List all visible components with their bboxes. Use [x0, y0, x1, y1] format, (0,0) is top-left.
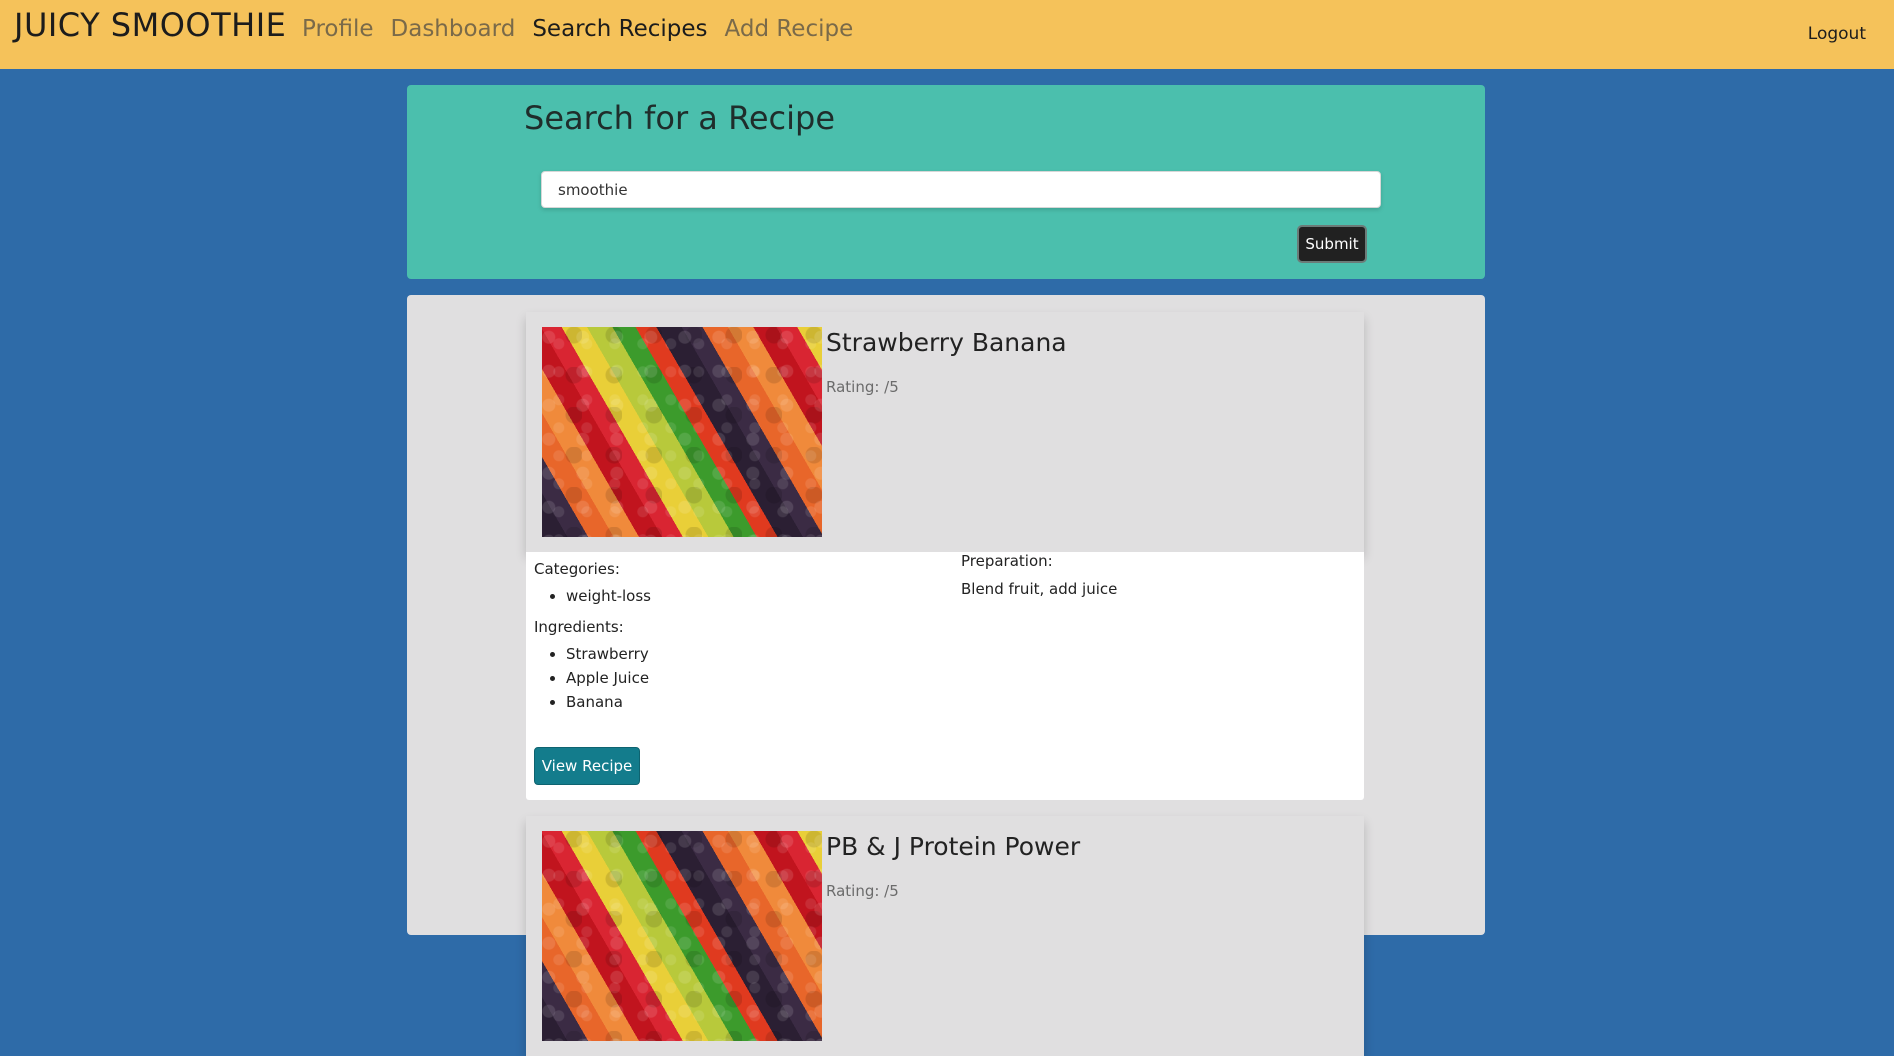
search-input[interactable] — [541, 171, 1381, 208]
recipe-rating: Rating: /5 — [826, 882, 899, 900]
top-navbar: JUICY SMOOTHIE Profile Dashboard Search … — [0, 0, 1894, 69]
submit-button[interactable]: Submit — [1297, 225, 1367, 263]
recipe-title: Strawberry Banana — [826, 328, 1067, 357]
nav-link-dashboard[interactable]: Dashboard — [391, 16, 516, 42]
recipe-image — [542, 327, 822, 537]
nav-link-profile[interactable]: Profile — [302, 16, 374, 42]
categories-list: weight-loss — [534, 584, 934, 608]
recipe-card-header: Strawberry Banana Rating: /5 — [526, 312, 1364, 552]
ingredient-item: Banana — [566, 690, 934, 714]
recipe-image — [542, 831, 822, 1041]
ingredient-item: Apple Juice — [566, 666, 934, 690]
category-item: weight-loss — [566, 584, 934, 608]
recipe-card-body: Categories: weight-loss Ingredients: Str… — [526, 552, 1364, 800]
search-panel: Search for a Recipe Submit — [407, 85, 1485, 279]
ingredients-label: Ingredients: — [534, 618, 624, 636]
nav-link-search-recipes[interactable]: Search Recipes — [532, 16, 707, 42]
recipe-details-left: Categories: weight-loss Ingredients: Str… — [534, 560, 934, 714]
recipe-rating: Rating: /5 — [826, 378, 899, 396]
recipe-card-header: PB & J Protein Power Rating: /5 — [526, 816, 1364, 1056]
preparation-label: Preparation: — [961, 552, 1053, 570]
recipe-details-right: Preparation: Blend fruit, add juice — [961, 552, 1341, 598]
view-recipe-button[interactable]: View Recipe — [534, 747, 640, 785]
preparation-text: Blend fruit, add juice — [961, 580, 1118, 598]
results-panel: Strawberry Banana Rating: /5 Categories:… — [407, 295, 1485, 1056]
search-title: Search for a Recipe — [524, 99, 836, 137]
ingredients-list: Strawberry Apple Juice Banana — [534, 642, 934, 714]
brand-logo[interactable]: JUICY SMOOTHIE — [14, 6, 286, 44]
recipe-title: PB & J Protein Power — [826, 832, 1081, 861]
nav-links: Profile Dashboard Search Recipes Add Rec… — [302, 16, 870, 42]
nav-link-add-recipe[interactable]: Add Recipe — [725, 16, 854, 42]
logout-link[interactable]: Logout — [1808, 24, 1866, 44]
categories-label: Categories: — [534, 560, 620, 578]
ingredient-item: Strawberry — [566, 642, 934, 666]
